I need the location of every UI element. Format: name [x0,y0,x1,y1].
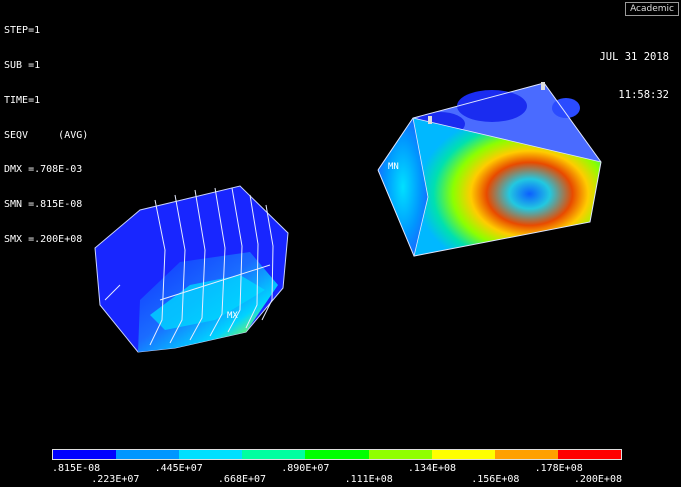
contour-legend-bar [52,449,622,460]
disc-model [94,185,289,353]
legend-label-top-1: .445E+07 [154,463,203,474]
max-marker: MX [227,311,238,321]
legend-label-bottom-1: .668E+07 [217,474,267,485]
legend-swatch-5 [368,450,432,459]
legend-label-bottom-3: .156E+08 [471,474,520,485]
legend-label-bottom-0: .223E+07 [91,474,140,485]
legend-label-top-2: .890E+07 [281,463,330,474]
legend-label-top-0: .815E-08 [52,463,101,474]
top-contour-c [552,98,580,118]
legend-label-top-4: .178E+08 [534,463,583,474]
legend-swatch-2 [179,450,243,459]
min-marker: MN [388,162,399,172]
legend-label-bottom-4: .200E+08 [573,474,622,485]
legend-swatch-1 [116,450,180,459]
legend-swatch-0 [53,450,117,459]
model-viewport[interactable]: MN MX [0,0,681,487]
legend-swatch-3 [242,450,306,459]
legend-swatch-4 [305,450,369,459]
support-a [428,116,432,124]
legend-swatch-6 [431,450,495,459]
legend-swatch-7 [494,450,558,459]
legend-swatch-8 [557,450,621,459]
legend-label-top-3: .134E+08 [407,463,457,474]
top-contour-a [457,90,527,122]
support-b [541,82,545,90]
box-model [377,82,602,257]
legend-label-bottom-2: .111E+08 [344,474,393,485]
